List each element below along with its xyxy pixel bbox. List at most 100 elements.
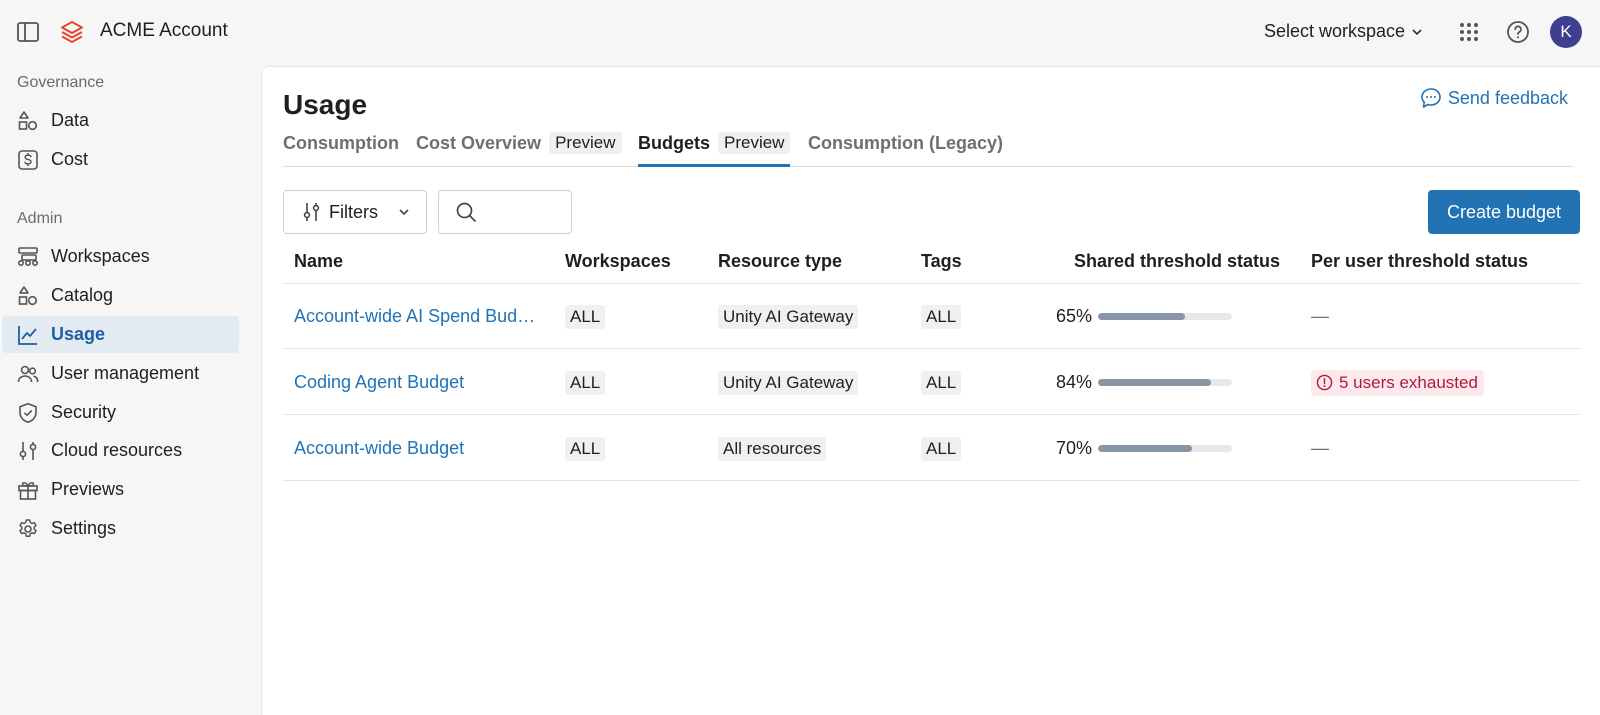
sidebar-toggle-icon[interactable]: [17, 22, 39, 42]
sidebar-item-label: Catalog: [51, 285, 114, 305]
sidebar-item-label: Workspaces: [51, 246, 150, 266]
shapes-icon: [18, 110, 38, 130]
shared-threshold-bar: [1098, 445, 1232, 452]
logo-icon: [61, 21, 83, 43]
tab-consumption[interactable]: Consumption: [283, 133, 399, 167]
sidebar: Governance Data Cost Admin Workspaces Ca…: [0, 64, 260, 715]
search-input[interactable]: [485, 203, 555, 221]
search-field[interactable]: [438, 190, 572, 234]
resource-type-tag: Unity AI Gateway: [718, 370, 859, 395]
tab-budgets[interactable]: Budgets Preview: [638, 132, 791, 167]
app-title: ACME Account: [100, 20, 228, 41]
tab-bar: Consumption Cost Overview Preview Budget…: [283, 132, 1573, 167]
gear-icon: [19, 518, 37, 537]
users-icon: [17, 365, 39, 382]
chat-bubble-icon: [1421, 88, 1441, 108]
shared-threshold-bar-fill: [1098, 445, 1192, 452]
avatar[interactable]: K: [1550, 16, 1582, 48]
column-header-workspaces[interactable]: Workspaces: [565, 239, 671, 283]
sidebar-item-label: Cloud resources: [51, 440, 183, 460]
workspaces-tag: ALL: [565, 370, 606, 395]
column-header-tags[interactable]: Tags: [921, 239, 962, 283]
sidebar-item-cloud-resources[interactable]: Cloud resources: [2, 432, 239, 469]
tab-label: Consumption (Legacy): [808, 133, 1004, 153]
sidebar-item-data[interactable]: Data: [2, 102, 239, 139]
column-header-per-user-threshold[interactable]: Per user threshold status: [1311, 239, 1528, 283]
budget-name-link[interactable]: Account-wide Budget: [294, 438, 464, 459]
shared-threshold-percent: 65%: [1055, 306, 1092, 326]
sidebar-item-usage[interactable]: Usage: [2, 316, 239, 353]
sidebar-item-settings[interactable]: Settings: [2, 510, 239, 547]
tags-tag: ALL: [921, 370, 962, 395]
main-panel: Usage Send feedback Consumption Cost Ove…: [261, 66, 1600, 715]
gift-icon: [18, 481, 38, 500]
line-chart-icon: [18, 325, 37, 345]
create-budget-button[interactable]: Create budget: [1428, 190, 1580, 234]
tab-label: Cost Overview: [416, 133, 542, 153]
shared-threshold-percent: 70%: [1055, 438, 1092, 458]
resource-type-tag: All resources: [718, 436, 827, 461]
chevron-down-icon: [399, 209, 409, 216]
resource-type-tag: Unity AI Gateway: [718, 304, 859, 329]
sidebar-item-label: Security: [51, 402, 117, 422]
tab-cost-overview[interactable]: Cost Overview Preview: [416, 132, 622, 167]
chevron-down-icon: [1412, 28, 1422, 35]
tab-consumption-legacy[interactable]: Consumption (Legacy): [808, 133, 1003, 167]
sidebar-item-label: Usage: [51, 324, 106, 344]
sliders-icon: [19, 441, 37, 460]
column-header-resource-type[interactable]: Resource type: [718, 239, 842, 283]
workspaces-icon: [17, 246, 39, 266]
table-row: Account-wide Budget ALL All resources AL…: [283, 416, 1580, 481]
tab-label: Consumption: [283, 133, 399, 153]
filters-button[interactable]: Filters: [283, 190, 427, 234]
sidebar-item-label: Cost: [51, 149, 89, 169]
shared-threshold-bar: [1098, 313, 1232, 320]
shield-icon: [19, 402, 37, 423]
shared-threshold-bar-fill: [1098, 313, 1186, 320]
filter-sliders-icon: [303, 203, 320, 221]
tags-tag: ALL: [921, 436, 962, 461]
filters-label: Filters: [329, 201, 378, 222]
workspace-selector[interactable]: Select workspace: [1264, 21, 1423, 42]
preview-badge: Preview: [549, 132, 622, 154]
governance-section-label: Governance: [17, 74, 105, 91]
workspaces-tag: ALL: [565, 304, 606, 329]
sidebar-item-workspaces[interactable]: Workspaces: [2, 238, 239, 275]
shared-threshold-bar-fill: [1098, 379, 1211, 386]
column-header-shared-threshold[interactable]: Shared threshold status: [1074, 239, 1280, 283]
shared-threshold-percent: 84%: [1055, 372, 1092, 392]
sidebar-item-catalog[interactable]: Catalog: [2, 277, 239, 314]
column-header-name[interactable]: Name: [294, 239, 343, 283]
per-user-threshold-value: —: [1311, 438, 1329, 458]
workspaces-tag: ALL: [565, 436, 606, 461]
sidebar-item-label: Previews: [51, 479, 125, 499]
shared-threshold-bar: [1098, 379, 1232, 386]
top-bar: ACME Account Select workspace K: [0, 0, 1600, 64]
tags-tag: ALL: [921, 304, 962, 329]
sidebar-item-label: User management: [51, 363, 200, 383]
help-icon[interactable]: [1506, 20, 1530, 44]
users-exhausted-badge: 5 users exhausted: [1311, 369, 1484, 396]
sidebar-item-cost[interactable]: Cost: [2, 141, 239, 178]
apps-grid-icon[interactable]: [1459, 22, 1479, 42]
send-feedback-link[interactable]: Send feedback: [1420, 87, 1568, 109]
per-user-threshold-value: —: [1311, 306, 1329, 326]
per-user-threshold-value: 5 users exhausted: [1339, 372, 1478, 392]
table-row: Account-wide AI Spend Budget ALL Unity A…: [283, 284, 1580, 349]
budget-name-link[interactable]: Coding Agent Budget: [294, 372, 464, 393]
sidebar-item-security[interactable]: Security: [2, 394, 239, 431]
search-icon: [456, 202, 476, 222]
page-title: Usage: [283, 89, 368, 120]
budget-name-link[interactable]: Account-wide AI Spend Budget: [294, 306, 536, 327]
workspace-selector-label: Select workspace: [1264, 21, 1406, 41]
sidebar-item-previews[interactable]: Previews: [2, 471, 239, 508]
alert-circle-icon: [1316, 374, 1333, 391]
preview-badge: Preview: [718, 132, 791, 154]
sidebar-item-user-management[interactable]: User management: [2, 355, 239, 392]
tab-label: Budgets: [638, 133, 710, 153]
admin-section-label: Admin: [17, 210, 63, 227]
sidebar-item-label: Settings: [51, 518, 117, 538]
sidebar-item-label: Data: [51, 110, 90, 130]
shapes-icon: [18, 285, 38, 305]
send-feedback-label: Send feedback: [1447, 87, 1568, 108]
